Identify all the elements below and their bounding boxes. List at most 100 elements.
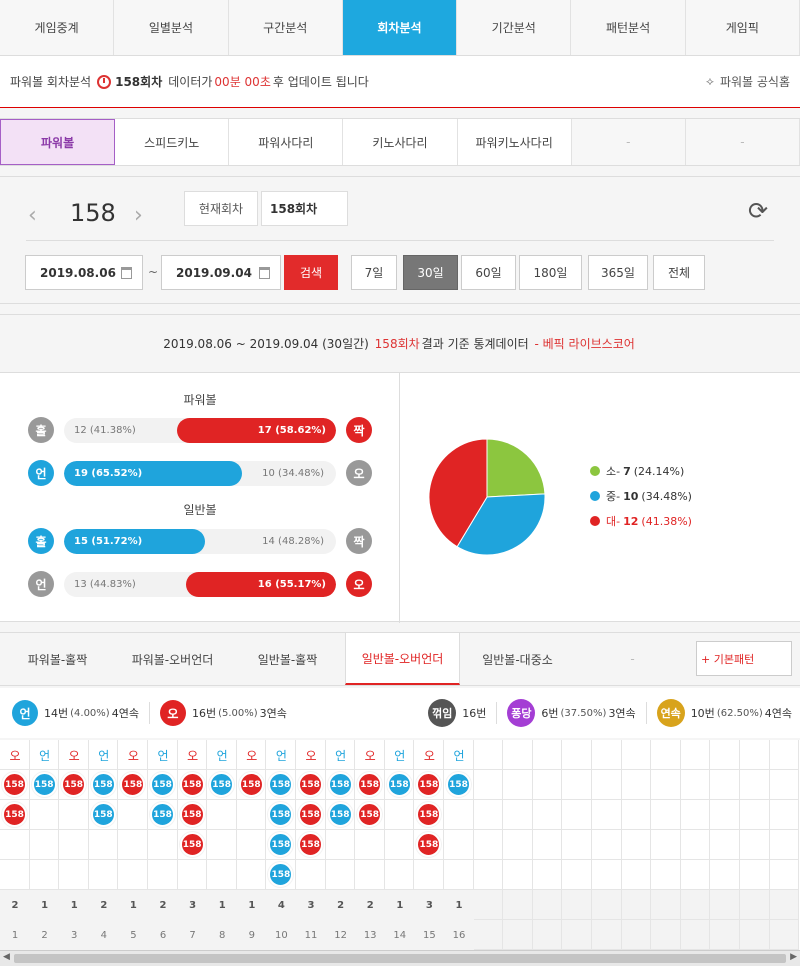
pattern-tab-1[interactable]: 파워볼-홀짝 — [0, 633, 115, 685]
column-head: 오 — [423, 748, 435, 763]
stat-right-icon: 짝 — [346, 528, 372, 554]
column-count: 2 — [355, 890, 386, 920]
scroll-right-icon[interactable]: ▶ — [790, 952, 797, 962]
period-button-6[interactable]: 전체 — [653, 255, 705, 290]
round-input[interactable]: 158회차 — [261, 191, 348, 226]
column-count: 2 — [88, 890, 119, 920]
grid-cell — [355, 830, 385, 860]
column-index: 14 — [384, 920, 415, 950]
refresh-icon[interactable]: ⟳ — [748, 197, 768, 225]
grid-cell — [740, 830, 770, 860]
period-button-4[interactable]: 180일 — [519, 255, 582, 290]
main-tab-4[interactable]: 회차분석 — [342, 0, 458, 55]
main-tab-7[interactable]: 게임픽 — [685, 0, 800, 55]
notice-suffix: 후 업데이트 됩니다 — [272, 75, 369, 89]
grid-cell — [740, 890, 770, 920]
grid-cell — [651, 740, 681, 770]
stat-other-value: 14 (48.28%) — [262, 536, 324, 547]
column-head: 언 — [216, 748, 228, 763]
horizontal-scrollbar[interactable]: ◀ ▶ — [0, 950, 800, 966]
game-tab-5[interactable]: 파워키노사다리 — [458, 119, 572, 165]
grid-cell — [680, 830, 711, 860]
main-tab-6[interactable]: 패턴분석 — [571, 0, 686, 55]
game-tab-3[interactable]: 파워사다리 — [229, 119, 344, 165]
start-date-input[interactable]: 2019.08.06 — [25, 255, 143, 290]
pong-pct: (37.50%) — [560, 707, 607, 719]
result-ball: 158 — [179, 832, 205, 857]
stat-other-value: 10 (34.48%) — [262, 468, 324, 479]
grid-cell — [207, 860, 237, 890]
game-tab-1[interactable]: 파워볼 — [0, 119, 116, 165]
pattern-tab-4[interactable]: 일반볼-오버언더 — [345, 633, 460, 685]
pattern-tab-3[interactable]: 일반볼-홀짝 — [230, 633, 345, 685]
period-button-2[interactable]: 30일 — [403, 255, 458, 290]
grid-cell — [769, 890, 800, 920]
grid-cell — [473, 800, 504, 830]
grid-cell — [710, 830, 740, 860]
column-head: 오 — [305, 748, 317, 763]
grid-cell — [207, 830, 237, 860]
grid-cell — [177, 860, 208, 890]
stat-bar-fill: 19 (65.52%) — [64, 461, 243, 486]
grid-cell — [384, 830, 415, 860]
under-icon: 언 — [12, 700, 38, 726]
grid-cell — [59, 830, 89, 860]
pong-count: 6번 — [541, 707, 559, 720]
period-button-3[interactable]: 60일 — [461, 255, 516, 290]
main-tab-1[interactable]: 게임중계 — [0, 0, 115, 55]
grid-cell — [710, 800, 740, 830]
result-ball: 158 — [327, 772, 353, 797]
round-number: 158 — [70, 199, 116, 227]
date-tilde: ~ — [148, 265, 159, 279]
official-home-link[interactable]: ⟡ 파워볼 공식홈 — [706, 73, 790, 90]
grid-cell — [562, 890, 592, 920]
grid-cell — [562, 800, 592, 830]
grid-cell — [710, 860, 740, 890]
column-count: 2 — [0, 890, 30, 920]
main-tabs: 게임중계 일별분석 구간분석 회차분석 기간분석 패턴분석 게임픽 — [0, 0, 800, 56]
powerball-title: 파워볼 — [183, 393, 217, 407]
notice-time: 00분 00초 — [214, 75, 271, 89]
grid-cell — [651, 770, 681, 800]
next-round-icon[interactable]: › — [134, 203, 143, 228]
grid-cell — [532, 800, 563, 830]
grid-cell — [769, 920, 800, 950]
current-round-button[interactable]: 현재회차 — [184, 191, 258, 226]
column-head: 언 — [98, 748, 110, 763]
pattern-grid: 오 158 158 2 1 언 158 1 2 오 158 1 3 언 158 158 2 4 오 158 1 5 언 158… — [0, 740, 800, 950]
pattern-tab-5[interactable]: 일반볼-대중소 — [460, 633, 575, 685]
column-index: 2 — [29, 920, 60, 950]
prev-round-icon[interactable]: ‹ — [28, 203, 37, 228]
period-button-5[interactable]: 365일 — [588, 255, 648, 290]
main-tab-2[interactable]: 일별분석 — [114, 0, 229, 55]
result-ball: 158 — [386, 772, 412, 797]
scroll-thumb[interactable] — [14, 954, 786, 963]
column-count: 1 — [29, 890, 60, 920]
grid-cell — [740, 770, 770, 800]
stat-other-value: 12 (41.38%) — [74, 425, 136, 436]
main-tab-5[interactable]: 기간분석 — [457, 0, 572, 55]
end-date-input[interactable]: 2019.09.04 — [161, 255, 281, 290]
stat-row: 언 10 (34.48%) 19 (65.52%) 오 — [28, 460, 374, 488]
game-tab-2[interactable]: 스피드키노 — [115, 119, 230, 165]
stat-row: 언 13 (44.83%) 16 (55.17%) 오 — [28, 571, 374, 599]
game-tab-4[interactable]: 키노사다리 — [343, 119, 458, 165]
grid-cell — [592, 830, 622, 860]
pattern-tab-2[interactable]: 파워볼-오버언더 — [115, 633, 230, 685]
column-head: 언 — [394, 748, 406, 763]
grid-cell — [414, 860, 444, 890]
grid-cell — [680, 920, 711, 950]
grid-cell — [562, 770, 592, 800]
scroll-left-icon[interactable]: ◀ — [3, 952, 10, 962]
result-ball: 158 — [298, 832, 323, 857]
column-count: 2 — [325, 890, 356, 920]
under-pct: (4.00%) — [70, 707, 110, 719]
period-button-1[interactable]: 7일 — [351, 255, 397, 290]
basic-pattern-button[interactable]: + 기본패턴 — [696, 641, 792, 676]
column-count: 1 — [59, 890, 90, 920]
main-tab-3[interactable]: 구간분석 — [228, 0, 343, 55]
search-button[interactable]: 검색 — [284, 255, 338, 290]
grid-cell — [532, 770, 563, 800]
over-streak: 3연속 — [259, 707, 287, 720]
grid-cell — [621, 890, 652, 920]
